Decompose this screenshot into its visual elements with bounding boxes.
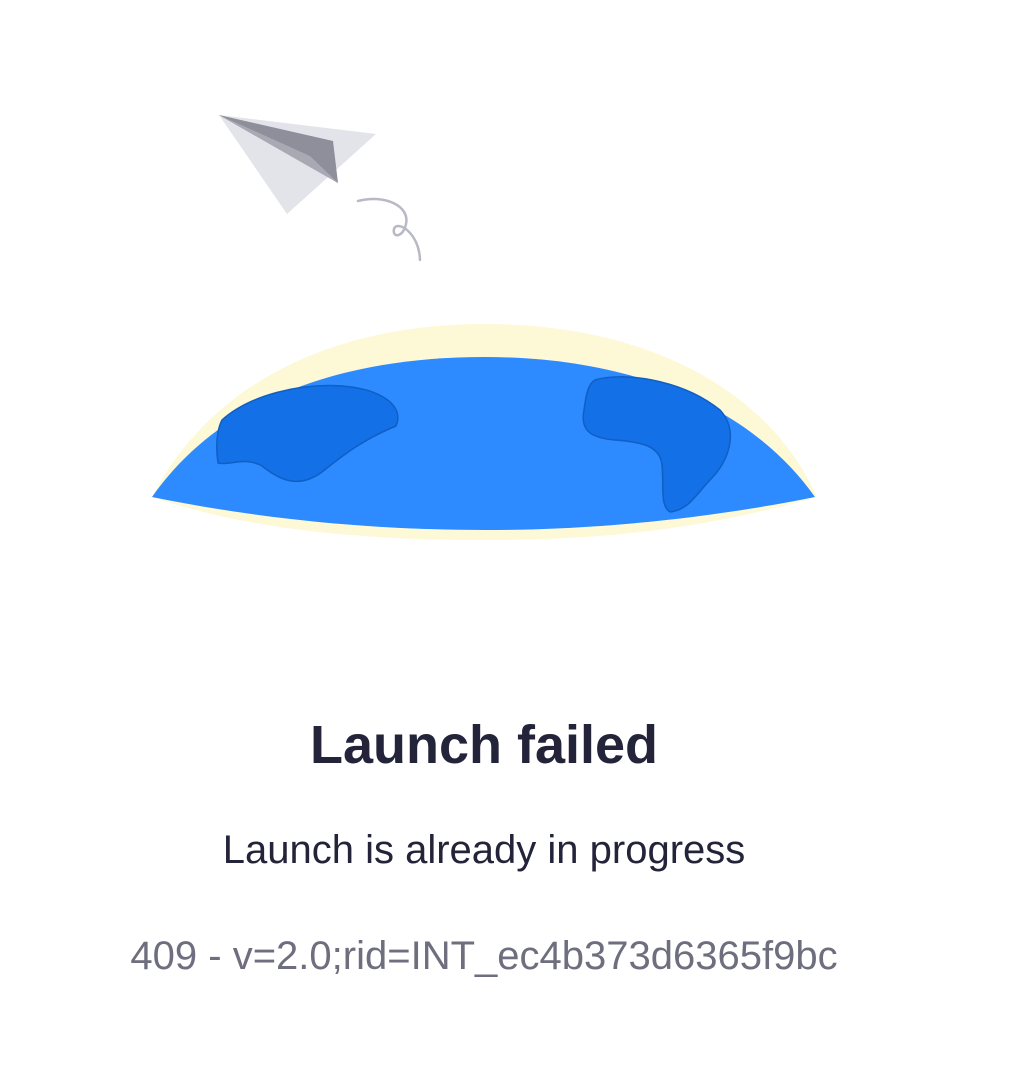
error-title: Launch failed [309, 715, 659, 775]
paper-plane-icon [219, 115, 376, 214]
error-illustration [152, 115, 817, 540]
error-code: 409 - v=2.0;rid=INT_ec4b373d6365f9bc [130, 934, 838, 978]
plane-trail [356, 197, 422, 262]
globe-icon [152, 324, 817, 540]
error-message: Launch is already in progress [222, 828, 746, 872]
